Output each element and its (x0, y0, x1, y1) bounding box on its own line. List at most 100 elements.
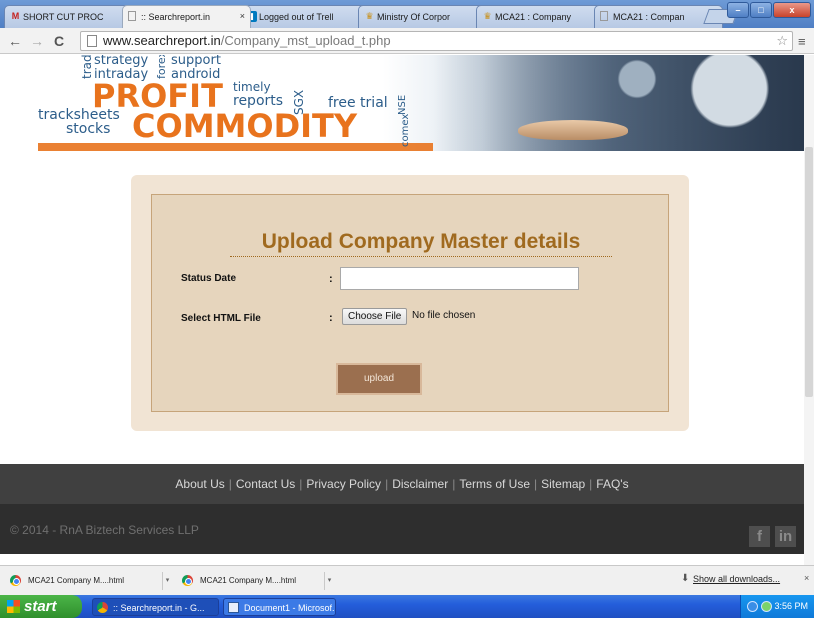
tab-ministry[interactable]: ♛ Ministry Of Corpor × (358, 5, 487, 28)
window-controls: – □ x (727, 2, 811, 18)
taskbar: start :: Searchreport.in - G... Document… (0, 595, 814, 618)
form-title: Upload Company Master details (230, 230, 612, 257)
reload-icon[interactable]: C (54, 32, 64, 50)
tab-gmail[interactable]: M SHORT CUT PROC × (4, 5, 133, 28)
banner-word: comex (400, 113, 411, 147)
linkedin-icon[interactable]: in (775, 526, 796, 547)
address-bar[interactable]: www.searchreport.in/Company_mst_upload_t… (80, 31, 793, 51)
show-all-downloads-link[interactable]: Show all downloads... (693, 574, 780, 584)
select-file-label: Select HTML File (181, 313, 261, 324)
clock: 3:56 PM (774, 601, 808, 611)
close-icon[interactable]: × (240, 11, 245, 21)
download-shelf: MCA21 Company M....html ▾ MCA21 Company … (0, 565, 814, 595)
start-button[interactable]: start (0, 595, 82, 618)
forward-icon[interactable]: → (30, 32, 44, 50)
tab-title: :: Searchreport.in (141, 12, 211, 22)
footer-link-contact[interactable]: Contact Us (236, 477, 295, 491)
maximize-button[interactable]: □ (750, 2, 772, 18)
tab-title: MCA21 : Compan (613, 12, 685, 22)
menu-icon[interactable]: ≡ (798, 34, 806, 49)
close-shelf-icon[interactable]: × (804, 573, 809, 583)
close-window-button[interactable]: x (773, 2, 811, 18)
tab-title: Ministry Of Corpor (377, 12, 451, 22)
status-date-colon: : (329, 273, 333, 285)
upload-button[interactable]: upload (336, 363, 422, 395)
url-host: www.searchreport.in (103, 33, 221, 48)
system-tray: 3:56 PM (740, 595, 814, 618)
footer-link-disclaimer[interactable]: Disclaimer (392, 477, 448, 491)
taskbar-item-label: Document1 - Microsof... (244, 603, 336, 613)
banner-word: NSE (397, 94, 408, 115)
footer-separator: | (534, 477, 538, 491)
chrome-icon (182, 575, 193, 586)
scrollbar-thumb[interactable] (805, 147, 813, 397)
tab-title: MCA21 : Company (495, 12, 572, 22)
start-label: start (24, 598, 57, 615)
download-filename: MCA21 Company M....html (28, 576, 125, 585)
footer-links: About Us | Contact Us | Privacy Policy | Discl… (0, 464, 804, 504)
url-path: /Company_mst_upload_t.php (220, 33, 391, 48)
facebook-icon[interactable]: f (749, 526, 770, 547)
footer-separator: | (299, 477, 303, 491)
page-icon (128, 11, 136, 21)
footer-link-about[interactable]: About Us (175, 477, 224, 491)
download-icon: ⬇ (681, 573, 690, 584)
footer-link-terms[interactable]: Terms of Use (459, 477, 530, 491)
chrome-icon (97, 602, 108, 613)
banner-word: trading (80, 55, 94, 79)
page-scrollbar[interactable] (804, 55, 814, 565)
tab-title: Logged out of Trell (259, 12, 334, 22)
browser-tab-strip: M SHORT CUT PROC × ▮ Logged out of Trell… (0, 0, 814, 28)
download-item[interactable]: MCA21 Company M....html (4, 570, 154, 592)
page-icon (600, 11, 608, 21)
banner-word: timely (233, 80, 271, 94)
footer-separator: | (385, 477, 389, 491)
windows-logo-icon (7, 600, 20, 613)
taskbar-item-chrome[interactable]: :: Searchreport.in - G... (92, 598, 219, 616)
status-date-input[interactable] (340, 267, 579, 290)
download-menu-arrow[interactable]: ▾ (162, 572, 172, 590)
browser-toolbar: ← → C www.searchreport.in/Company_mst_up… (0, 28, 814, 54)
tab-trello[interactable]: ▮ Logged out of Trell × (240, 5, 369, 28)
file-status-text: No file chosen (412, 310, 476, 321)
footer-link-privacy[interactable]: Privacy Policy (306, 477, 381, 491)
tab-mca21-1[interactable]: ♛ MCA21 : Company × (476, 5, 605, 28)
download-menu-arrow[interactable]: ▾ (324, 572, 334, 590)
back-icon[interactable]: ← (8, 32, 22, 50)
choose-file-button[interactable]: Choose File (342, 308, 408, 325)
minimize-button[interactable]: – (727, 2, 749, 18)
bookmark-star-icon[interactable]: ☆ (776, 32, 788, 50)
taskbar-item-label: :: Searchreport.in - G... (113, 603, 205, 613)
banner-word: COMMODITY (132, 107, 358, 145)
chrome-icon (10, 575, 21, 586)
footer-separator: | (589, 477, 593, 491)
word-icon (228, 602, 239, 613)
banner-hand-graphic (518, 120, 628, 140)
upload-form-panel: Upload Company Master details Status Dat… (131, 175, 689, 431)
tab-searchreport[interactable]: :: Searchreport.in × (122, 5, 251, 28)
taskbar-item-word[interactable]: Document1 - Microsof... (223, 598, 336, 616)
select-file-colon: : (329, 312, 333, 324)
tab-title: SHORT CUT PROC (23, 12, 104, 22)
network-icon[interactable] (747, 601, 758, 612)
emblem-icon: ♛ (365, 11, 374, 21)
page-icon (87, 35, 97, 47)
emblem-icon: ♛ (483, 11, 492, 21)
download-filename: MCA21 Company M....html (200, 576, 297, 585)
tab-mca21-2[interactable]: MCA21 : Compan × (594, 5, 723, 28)
volume-icon[interactable] (761, 601, 772, 612)
banner-word: forex (155, 55, 168, 79)
download-item[interactable]: MCA21 Company M....html (176, 570, 316, 592)
copyright-text: © 2014 - RnA Biztech Services LLP (10, 523, 199, 537)
footer-link-sitemap[interactable]: Sitemap (541, 477, 585, 491)
upload-form: Upload Company Master details Status Dat… (151, 194, 669, 412)
footer-separator: | (228, 477, 232, 491)
page-viewport: trading strategy forex support intraday … (0, 55, 814, 565)
header-banner: trading strategy forex support intraday … (38, 55, 804, 151)
footer-bottom: © 2014 - RnA Biztech Services LLP f in (0, 504, 804, 554)
footer-separator: | (452, 477, 456, 491)
status-date-label: Status Date (181, 273, 237, 284)
banner-word: stocks (66, 121, 111, 137)
gmail-icon: M (11, 11, 20, 21)
footer-link-faq[interactable]: FAQ's (596, 477, 628, 491)
